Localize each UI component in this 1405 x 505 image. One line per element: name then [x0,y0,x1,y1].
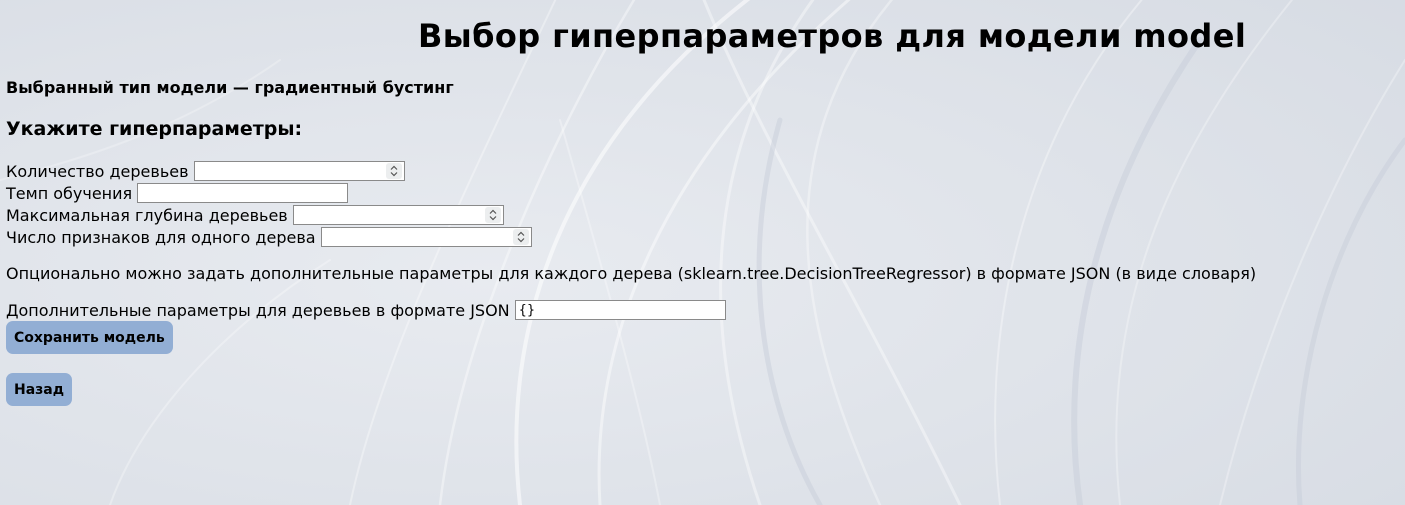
max-depth-row: Максимальная глубина деревьев [6,204,504,226]
model-type-label: Выбранный тип модели — градиентный бусти… [6,78,454,97]
max-depth-input[interactable] [292,205,504,225]
save-model-button[interactable]: Сохранить модель [6,321,173,354]
background-swirl [0,0,1405,505]
max-depth-label: Максимальная глубина деревьев [6,205,288,225]
max-features-label: Число признаков для одного дерева [6,227,316,247]
up-down-chevron-icon[interactable] [484,207,501,223]
learning-rate-input[interactable] [137,183,349,203]
page-title: Выбор гиперпараметров для модели model [418,17,1247,55]
n-estimators-row: Количество деревьев [6,160,405,182]
max-features-input[interactable] [320,227,532,247]
max-features-row: Число признаков для одного дерева [6,226,532,248]
learning-rate-row: Темп обучения [6,182,349,204]
json-params-note: Опционально можно задать дополнительные … [6,264,1257,283]
learning-rate-label: Темп обучения [6,183,133,203]
back-button[interactable]: Назад [6,373,73,406]
tree-params-row: Дополнительные параметры для деревьев в … [6,299,726,321]
tree-params-label: Дополнительные параметры для деревьев в … [6,300,510,320]
up-down-chevron-icon[interactable] [512,229,529,245]
up-down-chevron-icon[interactable] [385,163,402,179]
hyperparams-heading: Укажите гиперпараметры: [6,118,303,140]
n-estimators-label: Количество деревьев [6,161,189,181]
n-estimators-input[interactable] [193,161,405,181]
tree-params-input[interactable] [514,300,726,320]
